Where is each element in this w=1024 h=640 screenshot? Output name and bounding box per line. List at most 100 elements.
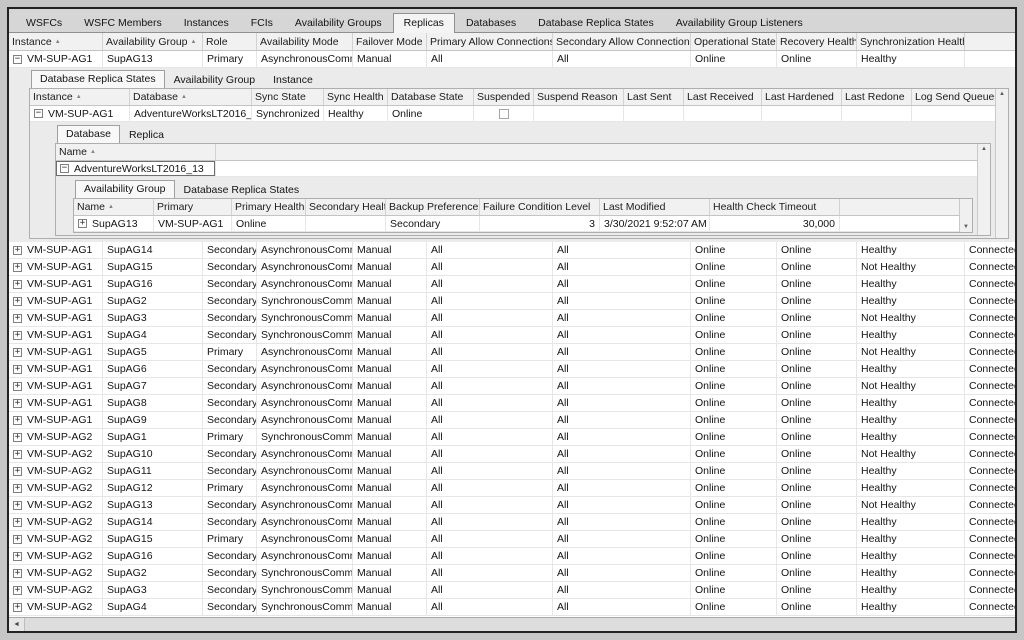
tab-replicas[interactable]: Replicas xyxy=(393,13,455,33)
expand-icon[interactable]: + xyxy=(13,552,22,561)
table-row-expanded[interactable]: − VM-SUP-AG1 SupAG13 Primary Asynchronou… xyxy=(9,51,1015,68)
column-header-last-redone[interactable]: Last Redone xyxy=(842,89,912,105)
detail-tab-database-replica-states[interactable]: Database Replica States xyxy=(31,70,165,88)
tab-availability-group-listeners[interactable]: Availability Group Listeners xyxy=(665,13,814,32)
table-row[interactable]: +VM-SUP-AG2 SupAG4 Secondary Synchronous… xyxy=(9,599,1015,616)
column-header-clipped[interactable] xyxy=(965,33,1015,50)
table-row[interactable]: +VM-SUP-AG1 SupAG3 Secondary Synchronous… xyxy=(9,310,1015,327)
database-row-expanded[interactable]: − AdventureWorksLT2016_13 xyxy=(56,161,977,177)
table-row[interactable]: +VM-SUP-AG2 SupAG13 Secondary Asynchrono… xyxy=(9,497,1015,514)
column-header-health-check-timeout[interactable]: Health Check Timeout xyxy=(710,199,840,215)
column-header-suspend-reason[interactable]: Suspend Reason xyxy=(534,89,624,105)
scroll-up-icon[interactable]: ▲ xyxy=(999,91,1005,97)
detail-row-expanded[interactable]: − VM-SUP-AG1 AdventureWorksLT2016_13 Syn… xyxy=(30,106,995,122)
expand-icon[interactable]: + xyxy=(13,416,22,425)
table-row[interactable]: +VM-SUP-AG2 SupAG16 Secondary Asynchrono… xyxy=(9,548,1015,565)
expand-icon[interactable]: + xyxy=(13,331,22,340)
column-header-name[interactable]: Name ▲ xyxy=(74,199,154,215)
column-header-instance[interactable]: Instance ▲ xyxy=(9,33,103,50)
detail-tab-instance[interactable]: Instance xyxy=(264,71,322,88)
tab-fcis[interactable]: FCIs xyxy=(240,13,284,32)
table-row[interactable]: +VM-SUP-AG1 SupAG8 Secondary Asynchronou… xyxy=(9,395,1015,412)
detail-tab-replica[interactable]: Replica xyxy=(120,126,173,143)
column-header-suspended[interactable]: Suspended xyxy=(474,89,534,105)
scroll-up-icon[interactable]: ▲ xyxy=(981,146,987,152)
table-row[interactable]: +VM-SUP-AG2 SupAG11 Secondary Asynchrono… xyxy=(9,463,1015,480)
table-row[interactable]: +VM-SUP-AG1 SupAG4 Secondary Synchronous… xyxy=(9,327,1015,344)
detail-tab-availability-group[interactable]: Availability Group xyxy=(165,71,265,88)
expand-icon[interactable]: + xyxy=(13,382,22,391)
table-row[interactable]: +VM-SUP-AG1 SupAG9 Secondary Asynchronou… xyxy=(9,412,1015,429)
column-header-instance[interactable]: Instance ▲ xyxy=(30,89,130,105)
tab-instances[interactable]: Instances xyxy=(173,13,240,32)
expand-icon[interactable]: + xyxy=(13,314,22,323)
table-row[interactable]: +VM-SUP-AG1 SupAG2 Secondary Synchronous… xyxy=(9,293,1015,310)
table-row[interactable]: +VM-SUP-AG1 SupAG16 Secondary Asynchrono… xyxy=(9,276,1015,293)
table-row[interactable]: +VM-SUP-AG2 SupAG1 Primary SynchronousCo… xyxy=(9,429,1015,446)
column-header-database[interactable]: Database ▲ xyxy=(130,89,252,105)
column-header-name[interactable]: Name ▲ xyxy=(56,144,216,160)
tab-wsfc-members[interactable]: WSFC Members xyxy=(73,13,173,32)
table-row[interactable]: +VM-SUP-AG1 SupAG5 Primary AsynchronousC… xyxy=(9,344,1015,361)
collapse-icon[interactable]: − xyxy=(60,164,69,173)
table-row[interactable]: +VM-SUP-AG2 SupAG12 Primary Asynchronous… xyxy=(9,480,1015,497)
table-row[interactable]: +VM-SUP-AG1 SupAG6 Secondary Asynchronou… xyxy=(9,361,1015,378)
expand-icon[interactable]: + xyxy=(78,219,87,228)
expand-icon[interactable]: + xyxy=(13,518,22,527)
column-header-failover-mode[interactable]: Failover Mode xyxy=(353,33,427,50)
expand-icon[interactable]: + xyxy=(13,246,22,255)
column-header-last-hardened[interactable]: Last Hardened xyxy=(762,89,842,105)
column-header-last-sent[interactable]: Last Sent xyxy=(624,89,684,105)
expand-icon[interactable]: + xyxy=(13,535,22,544)
suspended-checkbox[interactable] xyxy=(499,109,509,119)
ag-grid-scrollbar[interactable]: ▼ xyxy=(959,199,972,232)
scroll-down-icon[interactable]: ▼ xyxy=(963,224,969,230)
expand-icon[interactable]: + xyxy=(13,399,22,408)
expand-icon[interactable]: + xyxy=(13,501,22,510)
detail-grid-scrollbar[interactable]: ▲ xyxy=(995,89,1008,238)
tab-databases[interactable]: Databases xyxy=(455,13,527,32)
expand-icon[interactable]: + xyxy=(13,603,22,612)
expand-icon[interactable]: + xyxy=(13,450,22,459)
expand-icon[interactable]: + xyxy=(13,365,22,374)
collapse-icon[interactable]: − xyxy=(13,55,22,64)
column-header-primary[interactable]: Primary xyxy=(154,199,232,215)
expand-icon[interactable]: + xyxy=(13,297,22,306)
expand-icon[interactable]: + xyxy=(13,586,22,595)
collapse-icon[interactable]: − xyxy=(34,109,43,118)
database-grid-scrollbar[interactable]: ▲ xyxy=(977,144,990,235)
column-header-secondary-allow-connections[interactable]: Secondary Allow Connections xyxy=(553,33,691,50)
expand-icon[interactable]: + xyxy=(13,484,22,493)
column-header-availability-group[interactable]: Availability Group ▲ xyxy=(103,33,203,50)
table-row[interactable]: +VM-SUP-AG1 SupAG7 Secondary Asynchronou… xyxy=(9,378,1015,395)
column-header-backup-preference[interactable]: Backup Preference xyxy=(386,199,480,215)
horizontal-scrollbar[interactable]: ◄ xyxy=(9,617,1015,631)
tab-availability-groups[interactable]: Availability Groups xyxy=(284,13,393,32)
expand-icon[interactable]: + xyxy=(13,467,22,476)
column-header-operational-state[interactable]: Operational State xyxy=(691,33,777,50)
detail-tab-database-replica-states[interactable]: Database Replica States xyxy=(175,181,309,198)
table-row[interactable]: +VM-SUP-AG2 SupAG15 Primary Asynchronous… xyxy=(9,531,1015,548)
tab-wsfcs[interactable]: WSFCs xyxy=(15,13,73,32)
column-header-failure-condition-level[interactable]: Failure Condition Level xyxy=(480,199,600,215)
column-header-log-send-queue[interactable]: Log Send Queue xyxy=(912,89,1000,105)
table-row[interactable]: +VM-SUP-AG2 SupAG3 Secondary Synchronous… xyxy=(9,582,1015,599)
column-header-database-state[interactable]: Database State xyxy=(388,89,474,105)
table-row[interactable]: +VM-SUP-AG1 SupAG14 Secondary Asynchrono… xyxy=(9,242,1015,259)
detail-tab-availability-group[interactable]: Availability Group xyxy=(75,180,175,198)
column-header-role[interactable]: Role xyxy=(203,33,257,50)
column-header-sync-state[interactable]: Sync State xyxy=(252,89,324,105)
expand-icon[interactable]: + xyxy=(13,280,22,289)
column-header-availability-mode[interactable]: Availability Mode xyxy=(257,33,353,50)
ag-row[interactable]: + SupAG13 VM-SUP-AG1 Online Secondary xyxy=(74,216,959,232)
expand-icon[interactable]: + xyxy=(13,569,22,578)
detail-tab-database[interactable]: Database xyxy=(57,125,120,143)
column-header-synchronization-health[interactable]: Synchronization Health xyxy=(857,33,965,50)
column-header-recovery-health[interactable]: Recovery Health xyxy=(777,33,857,50)
scroll-left-button[interactable]: ◄ xyxy=(9,618,25,631)
expand-icon[interactable]: + xyxy=(13,433,22,442)
expand-icon[interactable]: + xyxy=(13,263,22,272)
column-header-primary-allow-connections[interactable]: Primary Allow Connections xyxy=(427,33,553,50)
table-row[interactable]: +VM-SUP-AG2 SupAG10 Secondary Asynchrono… xyxy=(9,446,1015,463)
tab-database-replica-states[interactable]: Database Replica States xyxy=(527,13,665,32)
